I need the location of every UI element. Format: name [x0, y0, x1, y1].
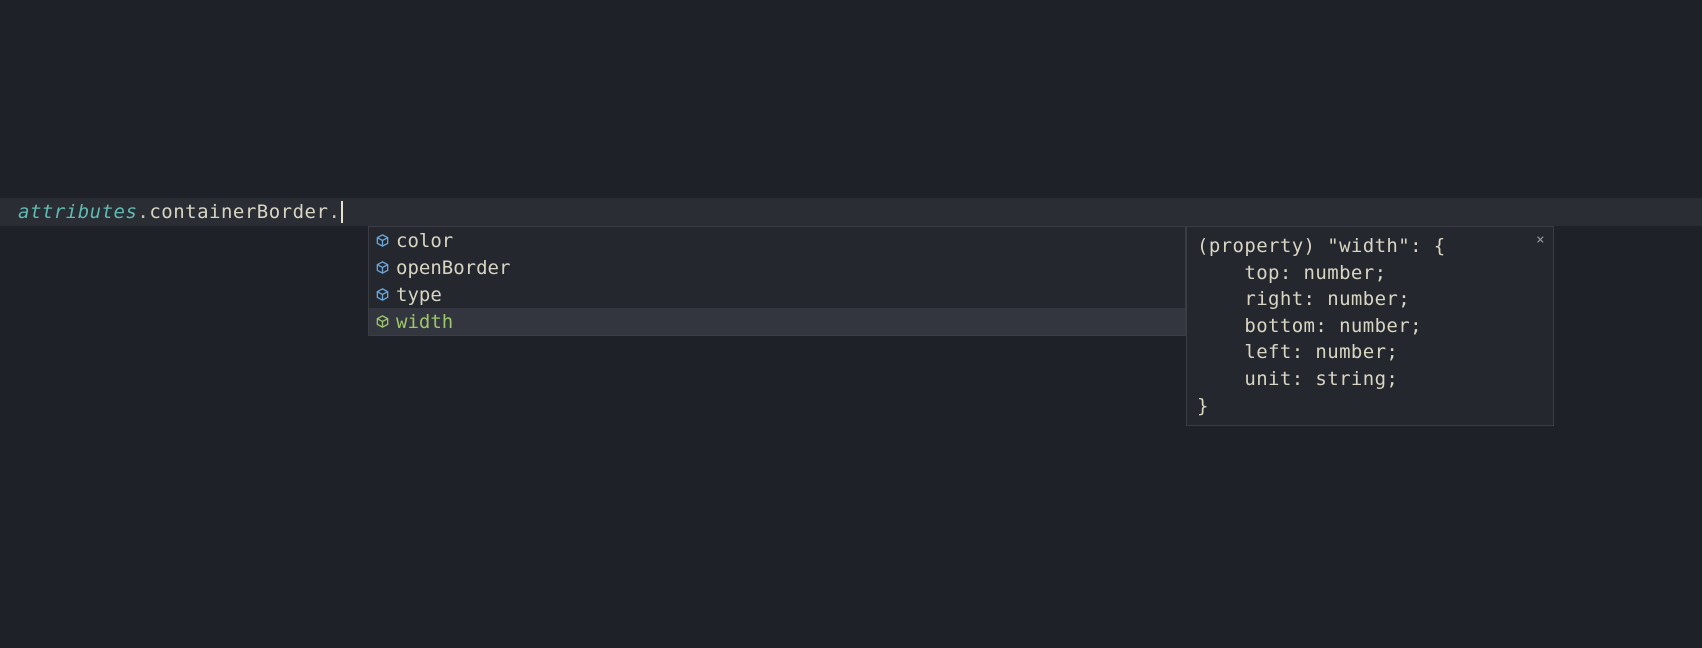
suggest-item-width[interactable]: width [369, 308, 1185, 335]
code-line[interactable]: attributes.containerBorder. [0, 198, 1702, 226]
cube-icon [375, 287, 390, 302]
token-attributes: attributes [18, 201, 137, 223]
cube-icon [375, 260, 390, 275]
suggest-label: openBorder [396, 257, 510, 279]
token-property: containerBorder [149, 201, 328, 223]
doc-line: } [1197, 393, 1543, 420]
token-dot: . [137, 201, 149, 223]
autocomplete-popup: color openBorder type width [368, 226, 1186, 336]
doc-line: bottom: number; [1197, 313, 1543, 340]
doc-line: left: number; [1197, 339, 1543, 366]
token-dot: . [328, 201, 340, 223]
cube-icon [375, 314, 390, 329]
doc-line: right: number; [1197, 286, 1543, 313]
doc-line: unit: string; [1197, 366, 1543, 393]
doc-line: top: number; [1197, 260, 1543, 287]
suggest-label: type [396, 284, 442, 306]
doc-line: (property) "width": { [1197, 233, 1543, 260]
close-icon[interactable]: × [1536, 233, 1545, 247]
suggest-label: width [396, 311, 453, 333]
documentation-popup: × (property) "width": { top: number; rig… [1186, 226, 1554, 426]
cube-icon [375, 233, 390, 248]
suggest-item-openborder[interactable]: openBorder [369, 254, 1185, 281]
suggest-item-type[interactable]: type [369, 281, 1185, 308]
suggest-item-color[interactable]: color [369, 227, 1185, 254]
text-cursor [341, 201, 343, 223]
suggest-label: color [396, 230, 453, 252]
